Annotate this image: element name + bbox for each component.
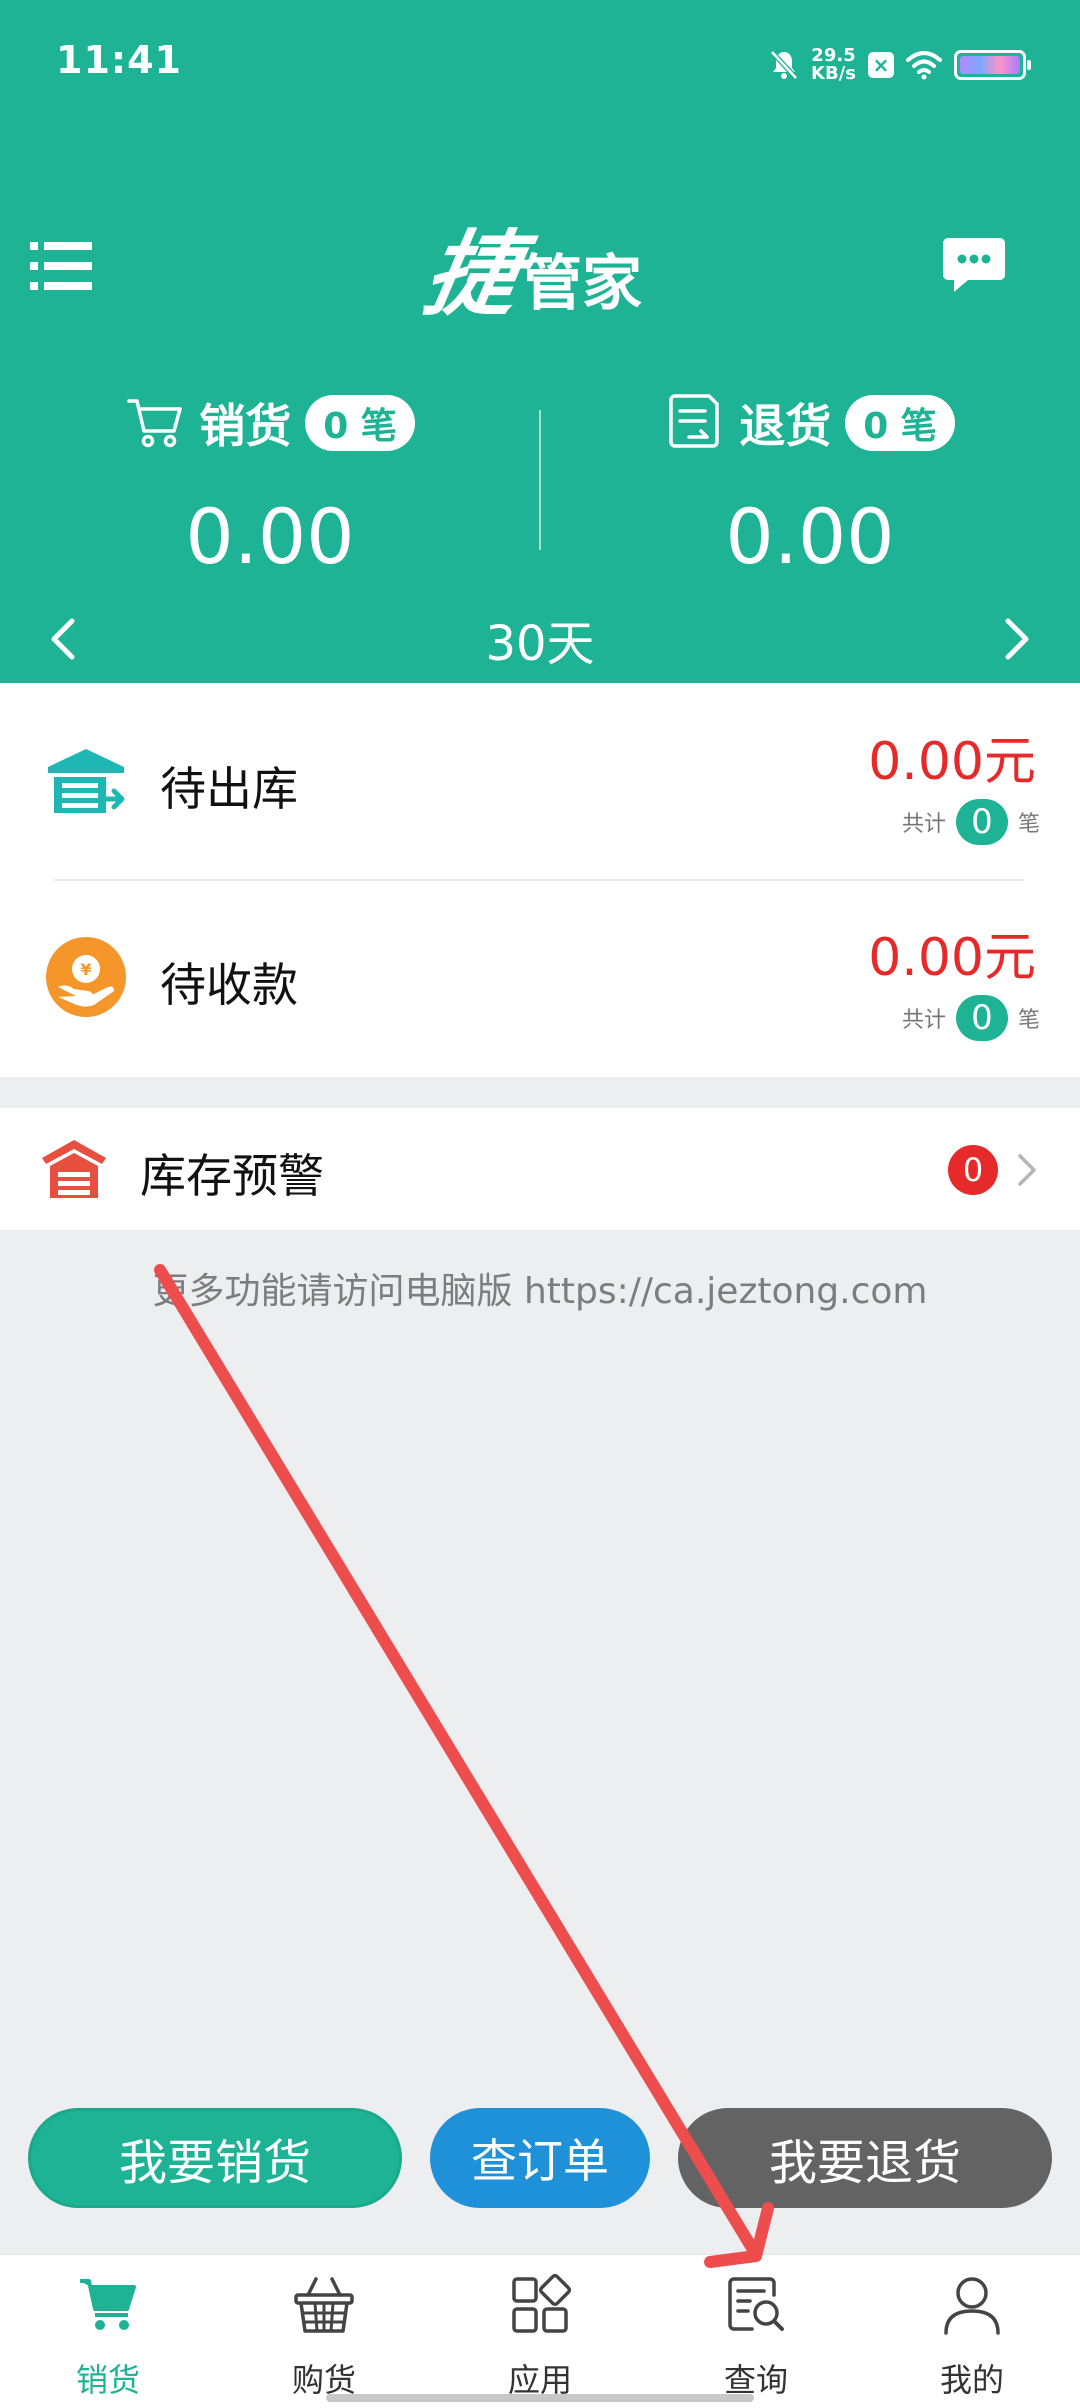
stock-warning-row[interactable]: 库存预警 0	[0, 1108, 1080, 1230]
app-logo: 捷 管家	[416, 220, 643, 328]
battery-icon	[954, 50, 1031, 80]
apps-grid-icon	[512, 2273, 572, 2333]
pending-outbound-row[interactable]: 待出库 0.00元 共计 0 笔	[0, 683, 1080, 879]
basket-icon	[294, 2277, 354, 2333]
chevron-right-icon	[1018, 1154, 1036, 1186]
pending-payment-row[interactable]: ¥ 待收款 0.00元 共计 0 笔	[0, 879, 1080, 1075]
pending-outbound-count: 共计 0 笔	[902, 799, 1040, 845]
message-icon[interactable]	[942, 236, 1006, 296]
tab-sales[interactable]: 销货	[0, 2255, 216, 2408]
period-label: 30天	[485, 616, 595, 672]
pending-outbound-amount: 0.00元	[868, 732, 1036, 792]
cart-icon	[127, 399, 182, 448]
stock-warning-badge: 0	[948, 1145, 998, 1195]
tab-apps[interactable]: 应用	[432, 2255, 648, 2408]
header: 11:41 29.5 KB/s × 捷 管家 销货 0 笔 0.00 退货 0 …	[0, 0, 1080, 683]
new-return-button[interactable]: 我要退货	[678, 2108, 1052, 2208]
payment-hand-icon: ¥	[46, 937, 126, 1017]
tab-profile[interactable]: 我的	[864, 2255, 1080, 2408]
stock-warning-label: 库存预警	[140, 1149, 324, 1203]
pending-payment-label: 待收款	[160, 958, 298, 1012]
return-document-icon	[669, 394, 719, 448]
app-notification-icon: ×	[868, 52, 894, 78]
bottom-tab-bar: 销货 购货 应用 查询 我的	[0, 2254, 1080, 2408]
menu-icon[interactable]	[30, 240, 92, 292]
status-bar: 11:41 29.5 KB/s ×	[0, 0, 1080, 120]
new-sale-button[interactable]: 我要销货	[28, 2108, 402, 2208]
svg-text:¥: ¥	[80, 960, 91, 979]
sales-label: 销货	[199, 399, 292, 453]
sales-count-badge: 0 笔	[305, 395, 415, 451]
status-time: 11:41	[56, 38, 182, 82]
returns-amount: 0.00	[725, 492, 895, 581]
stock-warning-icon	[42, 1140, 106, 1198]
home-indicator	[326, 2394, 754, 2402]
warehouse-outbound-icon	[48, 749, 125, 813]
chevron-right-icon[interactable]	[1002, 615, 1034, 663]
returns-label: 退货	[739, 399, 832, 453]
returns-summary[interactable]: 退货 0 笔 0.00	[540, 382, 1080, 582]
pc-version-hint: 更多功能请访问电脑版 https://ca.jeztong.com	[152, 1271, 928, 1312]
status-icons: 29.5 KB/s ×	[769, 40, 1031, 90]
cart-icon	[80, 2279, 136, 2330]
sales-summary[interactable]: 销货 0 笔 0.00	[0, 382, 540, 582]
search-document-icon	[728, 2277, 784, 2331]
net-speed: 29.5 KB/s	[811, 45, 856, 84]
bell-off-icon	[770, 50, 798, 80]
count-badge: 0	[955, 995, 1008, 1041]
user-icon	[944, 2277, 1000, 2335]
pending-outbound-label: 待出库	[160, 762, 298, 816]
orders-card: 待出库 0.00元 共计 0 笔 ¥ 待收款 0.00元 共计 0 笔	[0, 683, 1080, 1077]
count-badge: 0	[955, 799, 1008, 845]
pending-payment-count: 共计 0 笔	[902, 995, 1040, 1041]
sales-amount: 0.00	[185, 492, 355, 581]
pending-payment-amount: 0.00元	[868, 928, 1036, 988]
returns-count-badge: 0 笔	[845, 395, 955, 451]
wifi-icon	[906, 51, 942, 80]
query-orders-button[interactable]: 查订单	[430, 2108, 650, 2208]
tab-query[interactable]: 查询	[648, 2255, 864, 2408]
tab-purchase[interactable]: 购货	[216, 2255, 432, 2408]
